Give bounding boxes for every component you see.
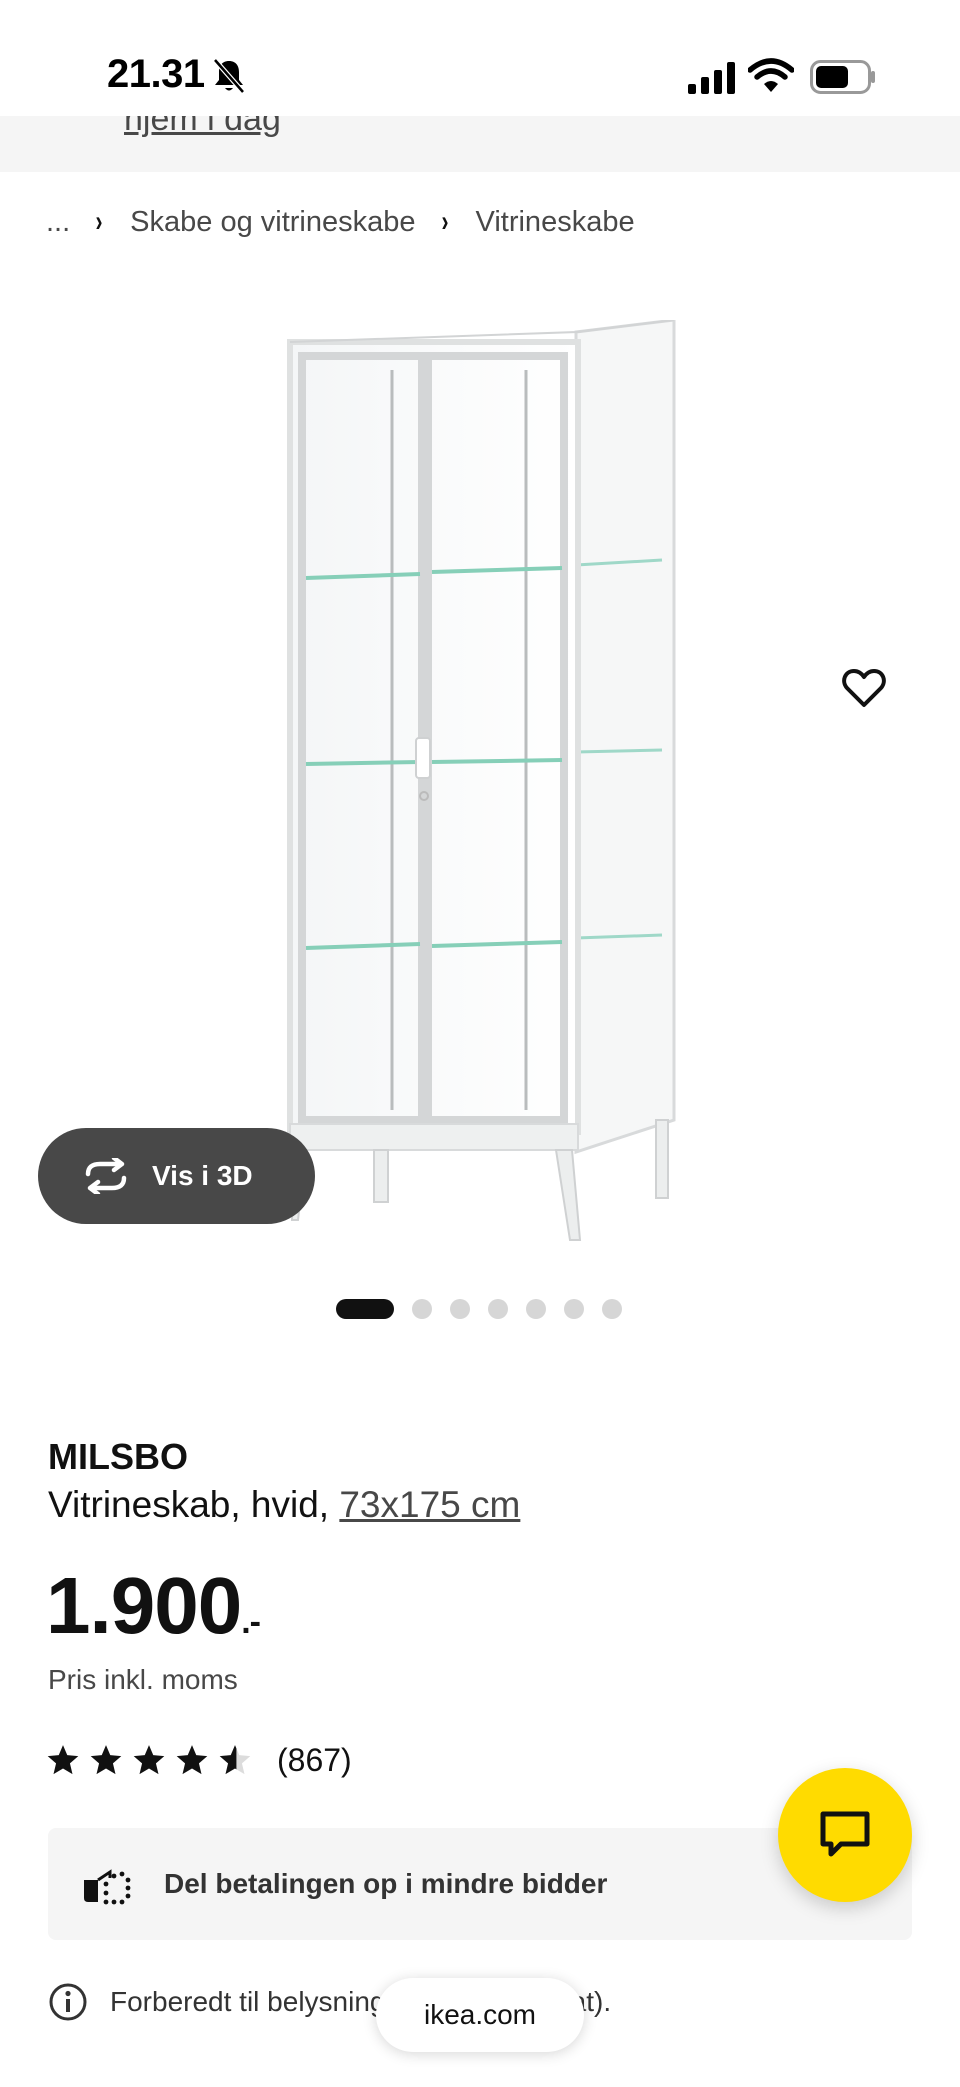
heart-icon: [842, 669, 886, 707]
split-payment-icon: [84, 1869, 131, 1905]
product-description-text: Vitrineskab, hvid,: [48, 1484, 340, 1525]
price-suffix: .-: [241, 1603, 261, 1641]
star-filled-icon: [176, 1745, 208, 1775]
bell-muted-icon: [213, 58, 245, 94]
review-count: (867): [277, 1741, 352, 1778]
top-banner: hjem i dag: [0, 116, 960, 172]
info-icon: [49, 1983, 87, 2021]
carousel-dot-6[interactable]: [564, 1299, 584, 1319]
browser-url-pill[interactable]: ikea.com: [376, 1978, 584, 2052]
breadcrumb-item-cabinets[interactable]: Skabe og vitrineskabe: [130, 206, 415, 239]
star-filled-icon: [47, 1745, 79, 1775]
favorite-button[interactable]: [836, 660, 892, 716]
carousel-dot-7[interactable]: [602, 1299, 622, 1319]
view-3d-button[interactable]: Vis i 3D: [38, 1128, 315, 1224]
breadcrumb-ellipsis[interactable]: ...: [46, 206, 70, 239]
carousel-dot-5[interactable]: [526, 1299, 546, 1319]
chevron-right-icon: ›: [95, 205, 103, 238]
breadcrumb-item-display-cabinets[interactable]: Vitrineskabe: [476, 206, 635, 239]
top-banner-link[interactable]: hjem i dag: [124, 116, 281, 139]
wifi-icon: [748, 58, 794, 92]
carousel-dot-3[interactable]: [450, 1299, 470, 1319]
rotate-3d-icon: [85, 1158, 127, 1194]
product-image-gallery[interactable]: [0, 290, 960, 1250]
breadcrumb: ... › Skabe og vitrineskabe › Vitrineska…: [46, 202, 659, 242]
star-filled-icon: [133, 1745, 165, 1775]
status-time: 21.31: [107, 52, 205, 96]
product-price: 1.900.-: [46, 1560, 261, 1652]
status-bar: 21.31: [0, 0, 960, 116]
price-note: Pris inkl. moms: [48, 1664, 238, 1695]
carousel-dot-4[interactable]: [488, 1299, 508, 1319]
signal-icon: [688, 62, 735, 94]
product-name: MILSBO: [48, 1436, 188, 1477]
battery-icon: [810, 60, 875, 94]
view-3d-label: Vis i 3D: [152, 1160, 253, 1191]
chat-bubble-icon: [820, 1811, 870, 1857]
carousel-dots: [336, 1299, 640, 1319]
product-image-cabinet: [287, 320, 676, 1241]
carousel-dot-2[interactable]: [412, 1299, 432, 1319]
chevron-right-icon: ›: [441, 205, 449, 238]
price-value: 1.900: [46, 1561, 242, 1650]
chat-button[interactable]: [778, 1768, 912, 1902]
product-size-link[interactable]: 73x175 cm: [339, 1484, 520, 1525]
installment-label: Del betalingen op i mindre bidder: [164, 1868, 608, 1899]
product-rating[interactable]: (867): [46, 1740, 352, 1780]
star-half-icon: [219, 1745, 251, 1775]
product-description: Vitrineskab, hvid, 73x175 cm: [48, 1484, 520, 1526]
star-filled-icon: [90, 1745, 122, 1775]
carousel-dot-1[interactable]: [336, 1299, 394, 1319]
